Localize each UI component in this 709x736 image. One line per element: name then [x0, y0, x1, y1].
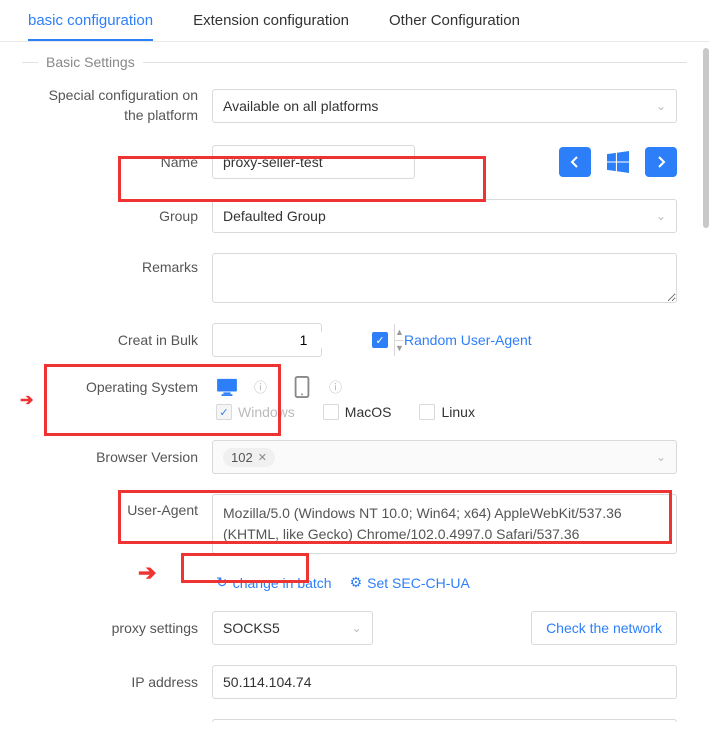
chevron-down-icon: ⌄ [656, 99, 666, 113]
platform-select[interactable]: Available on all platforms ⌄ [212, 89, 677, 123]
chevron-down-icon: ⌄ [656, 450, 666, 464]
user-agent-field[interactable]: Mozilla/5.0 (Windows NT 10.0; Win64; x64… [212, 494, 677, 554]
browser-version-select[interactable]: 102 ✕ ⌄ [212, 440, 677, 474]
annotation-arrow: ➔ [138, 560, 156, 586]
tabs-bar: basic configuration Extension configurat… [0, 0, 709, 42]
tab-basic-configuration[interactable]: basic configuration [28, 12, 153, 41]
info-icon: ⓘ [329, 377, 342, 396]
proxy-select[interactable]: SOCKS5 ⌄ [212, 611, 373, 645]
basic-settings-fieldset: Basic Settings Special configuration on … [22, 54, 687, 722]
label-user-agent: User-Agent [32, 494, 202, 518]
label-special-config: Special configuration on the platform [32, 86, 202, 125]
scrollbar[interactable] [703, 48, 709, 228]
label-ip-address: IP address [32, 674, 202, 690]
label-remarks: Remarks [32, 253, 202, 275]
name-input[interactable] [212, 145, 415, 179]
browser-version-tag: 102 ✕ [223, 448, 275, 467]
chevron-down-icon: ⌄ [351, 621, 361, 635]
annotation-arrow: ➔ [20, 390, 33, 410]
random-ua-checkbox[interactable]: ✓ [372, 332, 388, 348]
random-ua-label[interactable]: Random User-Agent [404, 332, 532, 348]
label-name: Name [32, 154, 202, 170]
label-operating-system: Operating System [32, 379, 202, 395]
desktop-icon[interactable] [216, 378, 238, 396]
group-select[interactable]: Defaulted Group ⌄ [212, 199, 677, 233]
group-select-value: Defaulted Group [223, 208, 326, 224]
os-macos-checkbox[interactable] [323, 404, 339, 420]
platform-select-value: Available on all platforms [223, 98, 378, 114]
change-in-batch-link[interactable]: ↻ change in batch [216, 574, 332, 591]
os-macos-label: MacOS [345, 404, 392, 420]
stepper-up-button[interactable]: ▲ [395, 324, 404, 341]
nav-prev-button[interactable] [559, 147, 591, 177]
set-sec-ch-ua-link[interactable]: ⚙ Set SEC-CH-UA [350, 574, 470, 591]
label-creat-in-bulk: Creat in Bulk [32, 332, 202, 348]
os-windows-label: Windows [238, 404, 295, 420]
gear-icon: ⚙ [350, 574, 363, 591]
label-browser-version: Browser Version [32, 449, 202, 465]
remove-tag-icon[interactable]: ✕ [258, 451, 267, 464]
tab-extension-configuration[interactable]: Extension configuration [193, 12, 349, 41]
remarks-textarea[interactable] [212, 253, 677, 303]
fieldset-legend: Basic Settings [38, 54, 143, 70]
refresh-icon: ↻ [216, 574, 228, 591]
mobile-icon[interactable] [291, 378, 313, 396]
bulk-count-input[interactable] [213, 332, 394, 348]
tab-other-configuration[interactable]: Other Configuration [389, 12, 520, 41]
label-proxy-settings: proxy settings [32, 620, 202, 636]
nav-next-button[interactable] [645, 147, 677, 177]
stepper-down-button[interactable]: ▼ [395, 341, 404, 357]
windows-os-icon [601, 147, 635, 177]
content-pane: Basic Settings Special configuration on … [0, 42, 709, 722]
bulk-count-stepper[interactable]: ▲ ▼ [212, 323, 322, 357]
port-input[interactable] [212, 719, 677, 722]
os-linux-label: Linux [441, 404, 474, 420]
ip-address-input[interactable] [212, 665, 677, 699]
os-windows-checkbox[interactable]: ✓ [216, 404, 232, 420]
os-linux-checkbox[interactable] [419, 404, 435, 420]
label-group: Group [32, 208, 202, 224]
check-network-button[interactable]: Check the network [531, 611, 677, 645]
proxy-select-value: SOCKS5 [223, 620, 280, 636]
chevron-down-icon: ⌄ [656, 209, 666, 223]
info-icon: ⓘ [254, 377, 267, 396]
